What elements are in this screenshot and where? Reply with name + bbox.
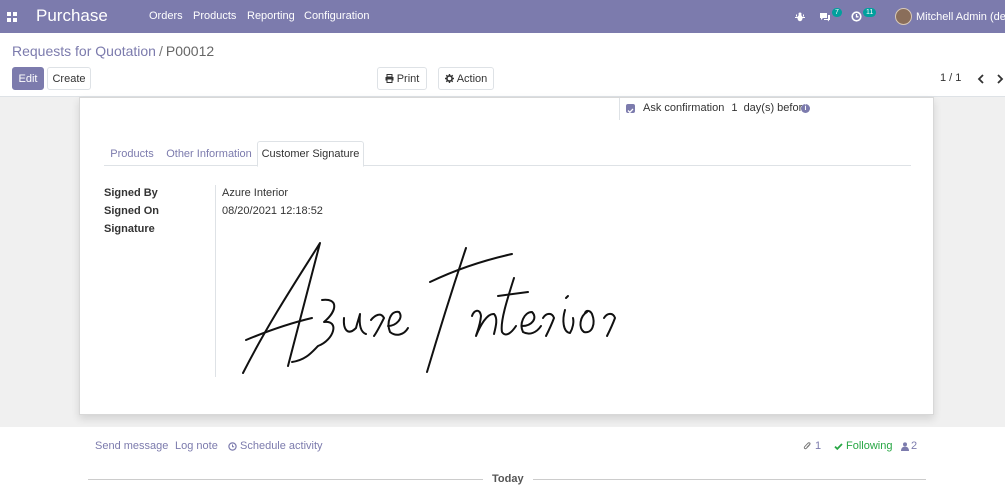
attachments-count: 1 — [815, 440, 822, 452]
print-icon — [385, 74, 394, 83]
signed-on-value: 08/20/2021 12:18:52 — [222, 205, 323, 217]
gear-icon — [444, 74, 454, 83]
following-button[interactable]: Following — [834, 440, 892, 452]
schedule-activity-label: Schedule activity — [240, 440, 323, 452]
attachments-button[interactable]: 1 — [803, 440, 821, 452]
user-name: Mitchell Admin (dem — [916, 10, 1005, 23]
edit-button[interactable]: Edit — [12, 67, 44, 90]
notebook-tabs: Products Other Information Customer Sign… — [104, 141, 911, 167]
breadcrumb-separator: / — [158, 43, 163, 59]
followers-button[interactable]: 2 — [901, 440, 917, 452]
chatter: Send message Log note Schedule activity … — [0, 427, 1005, 487]
clock-icon — [851, 11, 862, 22]
action-label: Action — [456, 72, 488, 85]
ask-confirmation-days-input[interactable]: 1 — [731, 102, 737, 114]
chat-icon — [820, 12, 830, 21]
field-separator — [215, 185, 216, 377]
signed-on-label: Signed On — [104, 205, 159, 217]
tab-customer-signature[interactable]: Customer Signature — [257, 141, 364, 167]
pager-previous-icon[interactable] — [977, 73, 985, 87]
log-note-button[interactable]: Log note — [175, 440, 218, 452]
print-label: Print — [396, 72, 420, 85]
tab-products[interactable]: Products — [104, 141, 160, 166]
control-panel: Requests for Quotation / P00012 Edit Creat… — [0, 33, 1005, 97]
send-message-button[interactable]: Send message — [95, 440, 168, 452]
activity-menu[interactable]: 11 — [851, 0, 877, 33]
followers-count: 2 — [911, 440, 918, 452]
apps-menu-icon[interactable] — [0, 0, 24, 33]
pager-value[interactable]: 1 / 1 — [940, 72, 961, 84]
info-icon[interactable]: i — [801, 104, 810, 113]
schedule-activity-button[interactable]: Schedule activity — [228, 440, 323, 452]
form-view-background: Ask confirmation 1 day(s) before i Produ… — [0, 97, 1005, 427]
check-icon — [834, 442, 843, 450]
app-brand[interactable]: Purchase — [36, 6, 108, 26]
clock-icon — [228, 441, 237, 451]
breadcrumb-current: P00012 — [165, 43, 215, 59]
ask-confirmation-field: Ask confirmation 1 day(s) before — [643, 102, 808, 114]
signature-image — [240, 240, 645, 383]
breadcrumb-parent[interactable]: Requests for Quotation — [12, 43, 156, 59]
breadcrumb: Requests for Quotation / P00012 — [12, 43, 214, 59]
ask-confirmation-checkbox[interactable] — [626, 104, 635, 114]
menu-configuration[interactable]: Configuration — [304, 10, 369, 22]
signed-by-value: Azure Interior — [222, 187, 289, 199]
create-button[interactable]: Create — [47, 67, 91, 90]
action-button[interactable]: Action — [438, 67, 494, 90]
menu-products[interactable]: Products — [193, 10, 236, 22]
pager-next-icon[interactable] — [996, 73, 1004, 87]
top-navbar: Purchase Orders Products Reporting Confi… — [0, 0, 1005, 33]
messages-badge: 7 — [832, 8, 842, 17]
today-label: Today — [483, 473, 533, 485]
tab-other-information[interactable]: Other Information — [165, 141, 253, 166]
debug-icon[interactable] — [795, 0, 805, 33]
paperclip-icon — [803, 442, 811, 450]
signed-by-label: Signed By — [104, 187, 158, 199]
ask-confirmation-label: Ask confirmation — [643, 102, 725, 114]
messaging-menu[interactable]: 7 — [819, 0, 842, 33]
print-button[interactable]: Print — [377, 67, 427, 90]
user-icon — [901, 441, 909, 451]
avatar — [895, 8, 912, 25]
signature-label: Signature — [104, 223, 155, 235]
user-menu[interactable]: Mitchell Admin (dem — [895, 0, 1005, 33]
form-sheet: Ask confirmation 1 day(s) before i Produ… — [79, 97, 934, 415]
following-label: Following — [846, 440, 893, 452]
menu-orders[interactable]: Orders — [149, 10, 183, 22]
activities-badge: 11 — [863, 8, 877, 17]
column-divider — [619, 98, 620, 120]
menu-reporting[interactable]: Reporting — [247, 10, 295, 22]
ask-confirmation-suffix: day(s) before — [743, 102, 809, 114]
